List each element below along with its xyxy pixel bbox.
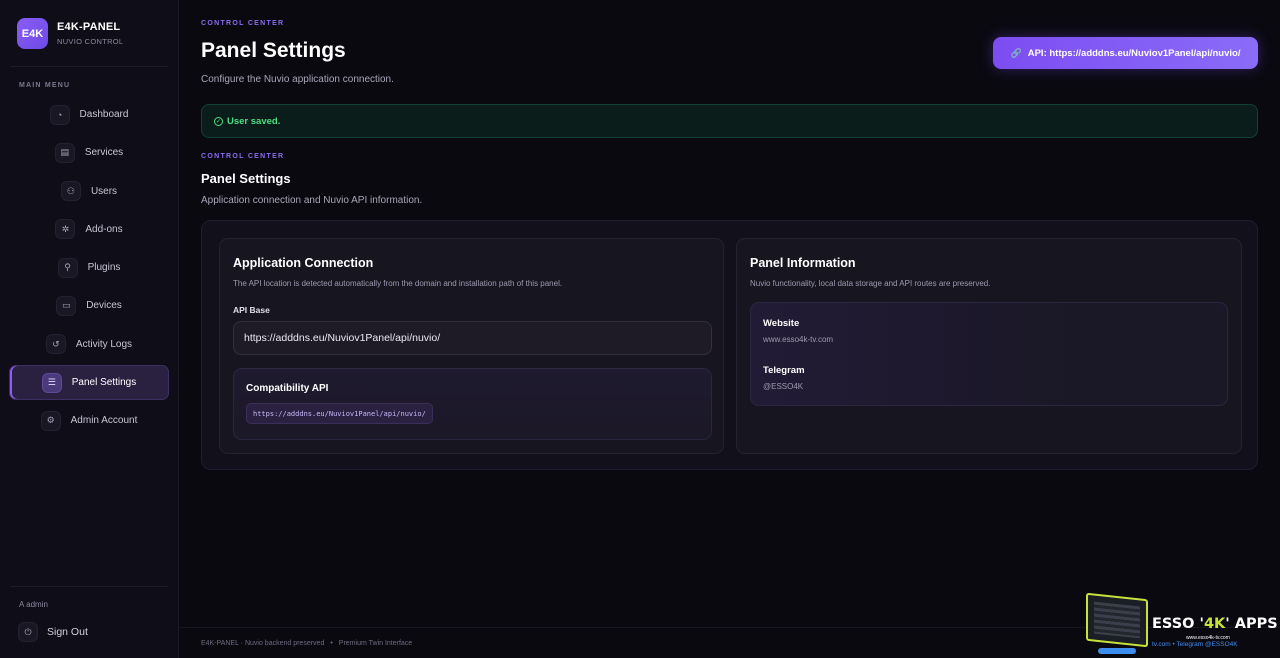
brand-name: E4K-PANEL <box>57 21 121 33</box>
sign-out-label: Sign Out <box>47 626 88 638</box>
sidebar-item-label: Users <box>90 185 118 197</box>
telegram-label: Telegram <box>763 365 805 376</box>
puzzle-icon: ✲ <box>55 219 76 240</box>
alert-message: User saved. <box>227 115 281 127</box>
monitor-icon: ▭ <box>56 295 77 316</box>
admin-label: A admin <box>19 600 48 609</box>
brand[interactable]: E4K E4K-PANEL NUVIO CONTROL <box>17 18 123 49</box>
gauge-icon: ◔ <box>49 104 70 125</box>
watermark-title: ESSO '4K' APPS <box>1152 616 1278 632</box>
footer-right: Premium Twin Interface <box>338 640 413 647</box>
settings-card: Application Connection The API location … <box>201 220 1258 470</box>
sidebar-item-activity-logs[interactable]: ↺ Activity Logs <box>9 327 169 362</box>
main-menu: ◔ Dashboard ▤ Services ⚇ Users ✲ Add-ons… <box>9 97 169 442</box>
sidebar-item-label: Add-ons <box>85 223 123 235</box>
card-subtitle: The API location is detected automatical… <box>233 279 563 288</box>
sidebar-item-plugins[interactable]: ⚲ Plugins <box>9 250 169 285</box>
telegram-value: @ESSO4K <box>763 382 804 391</box>
sidebar-divider <box>10 586 168 587</box>
sidebar-item-dashboard[interactable]: ◔ Dashboard <box>9 97 169 132</box>
sidebar-item-label: Services <box>84 147 124 159</box>
api-link-button[interactable]: 🔗 API: https://adddns.eu/Nuviov1Panel/ap… <box>993 37 1258 69</box>
section-subtitle: Application connection and Nuvio API inf… <box>201 195 423 206</box>
sidebar-item-panel-settings[interactable]: ☰ Panel Settings <box>9 365 169 401</box>
card-subtitle: Nuvio functionality, local data storage … <box>750 279 991 288</box>
info-box: Website www.esso4k-tv.com Telegram @ESSO… <box>750 302 1228 406</box>
card-title: Application Connection <box>233 256 374 270</box>
history-icon: ↺ <box>45 334 66 355</box>
sidebar-item-services[interactable]: ▤ Services <box>9 135 169 170</box>
compat-title: Compatibility API <box>246 383 329 394</box>
sidebar-item-label: Admin Account <box>70 415 138 427</box>
compat-api-code: https://adddns.eu/Nuviov1Panel/api/nuvio… <box>246 403 433 424</box>
sidebar: E4K E4K-PANEL NUVIO CONTROL MAIN MENU ◔ … <box>0 0 179 658</box>
menu-title: MAIN MENU <box>19 82 71 89</box>
sidebar-item-addons[interactable]: ✲ Add-ons <box>9 212 169 247</box>
monitor-logo-icon <box>1086 592 1148 648</box>
power-icon: ⏻ <box>18 622 38 642</box>
page-subtitle: Configure the Nuvio application connecti… <box>201 74 394 85</box>
api-link-label: API: https://adddns.eu/Nuviov1Panel/api/… <box>1027 47 1241 59</box>
sliders-icon: ☰ <box>41 372 62 393</box>
footer-left: E4K-PANEL · Nuvio backend preserved <box>201 640 325 647</box>
watermark-footer: tv.com • Telegram @ESSO4K <box>1152 641 1238 648</box>
users-icon: ⚇ <box>60 181 81 202</box>
api-base-input[interactable] <box>233 321 712 355</box>
sidebar-item-label: Plugins <box>87 262 121 274</box>
link-icon: 🔗 <box>1010 47 1022 58</box>
list-icon: ▤ <box>54 142 75 163</box>
footer-separator: • <box>330 640 333 647</box>
success-alert: ✓ User saved. <box>201 104 1258 138</box>
section-title: Panel Settings <box>201 171 291 186</box>
monitor-stand-icon <box>1098 648 1136 654</box>
page-title: Panel Settings <box>201 39 346 62</box>
api-base-label: API Base <box>233 305 270 315</box>
panel-information-card: Panel Information Nuvio functionality, l… <box>736 238 1242 454</box>
sidebar-divider <box>10 66 168 67</box>
sidebar-item-devices[interactable]: ▭ Devices <box>9 288 169 323</box>
sidebar-item-admin-account[interactable]: ⚙ Admin Account <box>9 403 169 438</box>
card-title: Panel Information <box>750 256 856 270</box>
footer: E4K-PANEL · Nuvio backend preserved • Prem… <box>201 640 412 647</box>
brand-subtitle: NUVIO CONTROL <box>57 37 124 46</box>
check-circle-icon: ✓ <box>214 116 223 126</box>
sidebar-item-label: Panel Settings <box>71 377 137 389</box>
sidebar-item-label: Activity Logs <box>75 338 133 350</box>
section-eyebrow: CONTROL CENTER <box>201 153 285 160</box>
brand-logo: E4K <box>17 18 48 49</box>
header-eyebrow: CONTROL CENTER <box>201 20 285 27</box>
sidebar-item-label: Dashboard <box>79 109 129 120</box>
website-value: www.esso4k-tv.com <box>763 335 834 344</box>
website-label: Website <box>763 318 800 329</box>
esso-4k-watermark: ESSO '4K' APPS www.esso4k-tv.com tv.com … <box>1084 592 1280 658</box>
user-gear-icon: ⚙ <box>40 410 61 431</box>
sidebar-item-label: Devices <box>86 300 122 312</box>
plug-icon: ⚲ <box>57 257 78 278</box>
compatibility-api-box: Compatibility API https://adddns.eu/Nuvi… <box>233 368 712 440</box>
application-connection-card: Application Connection The API location … <box>219 238 724 454</box>
sign-out-button[interactable]: ⏻ Sign Out <box>18 622 88 642</box>
main-content: CONTROL CENTER Panel Settings Configure … <box>179 0 1280 658</box>
sidebar-item-users[interactable]: ⚇ Users <box>9 174 169 209</box>
